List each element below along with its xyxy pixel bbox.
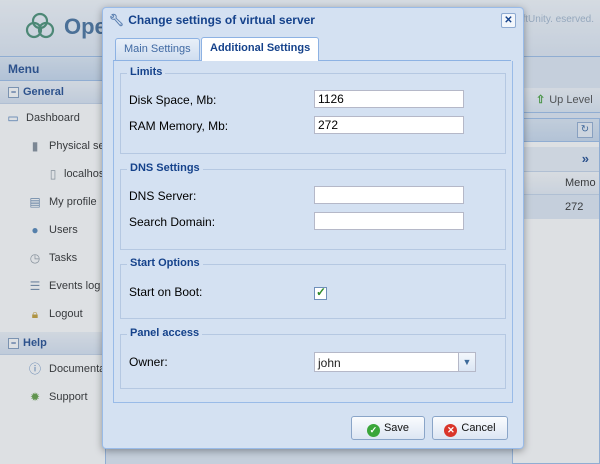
check-circle-icon: ✓ bbox=[366, 424, 380, 437]
tab-additional-settings[interactable]: Additional Settings bbox=[201, 37, 320, 61]
owner-value: john bbox=[318, 356, 341, 370]
dns-server-label: DNS Server: bbox=[129, 189, 197, 203]
start-on-boot-label: Start on Boot: bbox=[129, 285, 203, 299]
start-options-group: Start Options Start on Boot: ✓ bbox=[120, 257, 506, 319]
panel-access-legend: Panel access bbox=[127, 327, 203, 339]
search-domain-label: Search Domain: bbox=[129, 215, 216, 229]
settings-dialog: 🔧︎ Change settings of virtual server ✕ Ma… bbox=[102, 7, 524, 449]
start-on-boot-checkbox[interactable]: ✓ bbox=[314, 285, 327, 300]
disk-space-label: Disk Space, Mb: bbox=[129, 93, 217, 107]
tab-strip: Main Settings Additional Settings bbox=[113, 36, 511, 61]
check-icon: ✓ bbox=[316, 285, 327, 299]
panel-access-group: Panel access Owner: john ▼ bbox=[120, 327, 506, 389]
dialog-title: 🔧︎ Change settings of virtual server bbox=[109, 13, 315, 27]
owner-label: Owner: bbox=[129, 355, 168, 369]
limits-group: Limits Disk Space, Mb: RAM Memory, Mb: bbox=[120, 66, 506, 154]
owner-select[interactable]: john ▼ bbox=[314, 352, 476, 372]
dns-legend: DNS Settings bbox=[127, 162, 203, 174]
close-icon[interactable]: ✕ bbox=[501, 13, 516, 28]
cancel-button[interactable]: ✕ Cancel bbox=[432, 416, 508, 440]
start-options-legend: Start Options bbox=[127, 257, 203, 269]
save-button[interactable]: ✓ Save bbox=[351, 416, 425, 440]
cancel-circle-icon: ✕ bbox=[444, 424, 458, 437]
ram-memory-label: RAM Memory, Mb: bbox=[129, 119, 229, 133]
chevron-down-icon[interactable]: ▼ bbox=[458, 353, 475, 371]
disk-space-input[interactable] bbox=[314, 90, 464, 108]
tab-body: Limits Disk Space, Mb: RAM Memory, Mb: D… bbox=[113, 61, 513, 403]
dns-group: DNS Settings DNS Server: Search Domain: bbox=[120, 162, 506, 250]
wrench-icon: 🔧︎ bbox=[109, 13, 125, 27]
tab-main-settings[interactable]: Main Settings bbox=[115, 38, 200, 60]
search-domain-input[interactable] bbox=[314, 212, 464, 230]
limits-legend: Limits bbox=[127, 66, 166, 78]
dns-server-input[interactable] bbox=[314, 186, 464, 204]
ram-memory-input[interactable] bbox=[314, 116, 464, 134]
